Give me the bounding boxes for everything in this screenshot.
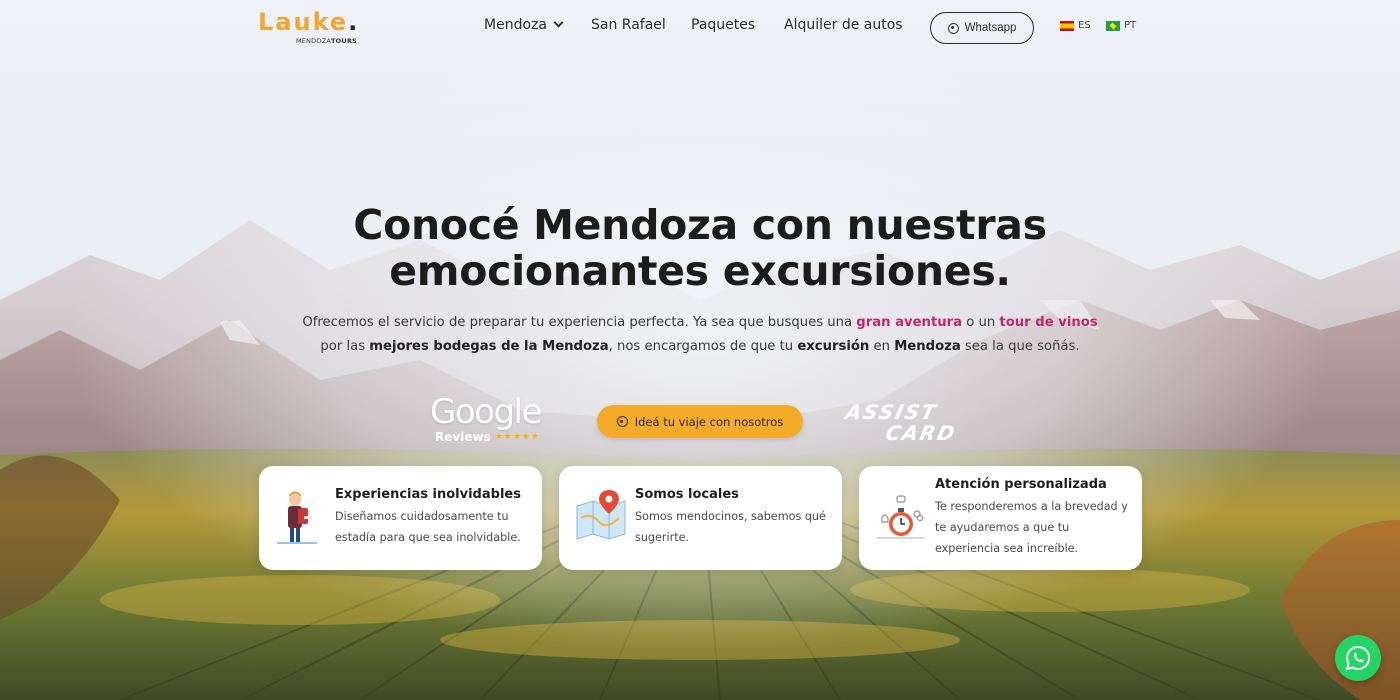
map-pin-icon bbox=[573, 488, 633, 548]
logo[interactable]: Lauke. MENDOZATOURS bbox=[258, 8, 362, 48]
card-title: Experiencias inolvidables bbox=[335, 487, 521, 502]
card-title: Somos locales bbox=[635, 487, 739, 502]
google-logo: Google bbox=[430, 392, 542, 432]
google-reviews-badge[interactable]: Google Reviews ★★★★★ bbox=[430, 394, 550, 446]
hero-title-line-2: emocionantes excursiones. bbox=[389, 247, 1011, 295]
nav-item-alquiler-de-autos[interactable]: Alquiler de autos bbox=[784, 17, 903, 33]
nav-item-label: Mendoza bbox=[484, 17, 547, 33]
card-title: Atención personalizada bbox=[935, 477, 1107, 492]
card-description: Somos mendocinos, sabemos qué sugerirte. bbox=[635, 510, 826, 544]
assist-card-line-2: CARD bbox=[883, 421, 959, 445]
spain-flag-icon bbox=[1060, 20, 1074, 31]
feature-card-experiencias: Experiencias inolvidables Diseñamos cuid… bbox=[259, 466, 542, 570]
language-es[interactable]: ES bbox=[1060, 20, 1091, 31]
nav-item-mendoza[interactable]: Mendoza bbox=[484, 17, 564, 33]
card-description: Diseñamos cuidadosamente tu estadía para… bbox=[335, 510, 521, 544]
bold-mejores-bodegas: mejores bodegas de la Mendoza bbox=[369, 339, 609, 354]
hero-title-line-1: Conocé Mendoza con nuestras bbox=[353, 201, 1047, 249]
traveler-icon bbox=[273, 488, 333, 548]
logo-subtitle: MENDOZATOURS bbox=[296, 37, 357, 45]
chevron-down-icon bbox=[553, 17, 564, 28]
plan-trip-label: Ideá tu viaje con nosotros bbox=[634, 414, 784, 429]
bold-mendoza: Mendoza bbox=[894, 339, 961, 354]
nav-item-san-rafael[interactable]: San Rafael bbox=[591, 17, 666, 33]
whatsapp-icon bbox=[616, 416, 628, 427]
assist-card-logo: ASSIST CARD bbox=[843, 400, 976, 446]
google-reviews-label: Reviews ★★★★★ bbox=[435, 430, 550, 444]
logo-wordmark: Lauke. bbox=[258, 8, 360, 36]
highlight-tour-de-vinos: tour de vinos bbox=[999, 315, 1098, 330]
card-description: Te responderemos a la brevedad y te ayud… bbox=[935, 500, 1128, 555]
whatsapp-float-button[interactable] bbox=[1335, 635, 1381, 681]
whatsapp-icon bbox=[1345, 645, 1371, 671]
rating-stars-icon: ★★★★★ bbox=[494, 432, 541, 442]
brazil-flag-icon bbox=[1106, 20, 1120, 31]
hero-description: Ofrecemos el servicio de preparar tu exp… bbox=[302, 315, 1098, 354]
language-pt[interactable]: PT bbox=[1106, 20, 1136, 31]
plan-trip-button[interactable]: Ideá tu viaje con nosotros bbox=[597, 405, 803, 438]
feature-card-atencion: Atención personalizada Te responderemos … bbox=[859, 466, 1142, 570]
highlight-gran-aventura: gran aventura bbox=[856, 315, 963, 330]
whatsapp-button[interactable]: Whatsapp bbox=[930, 12, 1034, 44]
language-code: ES bbox=[1078, 20, 1091, 31]
site-header: Lauke. MENDOZATOURS Mendoza San Rafael P… bbox=[0, 0, 1400, 56]
bold-excursion: excursión bbox=[797, 339, 870, 354]
whatsapp-button-label: Whatsapp bbox=[964, 22, 1017, 34]
nav-item-paquetes[interactable]: Paquetes bbox=[691, 17, 755, 33]
reviews-text: Reviews bbox=[435, 430, 491, 444]
stopwatch-icon bbox=[873, 488, 933, 548]
whatsapp-icon bbox=[947, 22, 959, 34]
hero-title: Conocé Mendoza con nuestras emocionantes… bbox=[0, 202, 1400, 294]
assist-card-line-1: ASSIST bbox=[843, 400, 940, 424]
language-code: PT bbox=[1124, 20, 1137, 31]
feature-card-somos-locales: Somos locales Somos mendocinos, sabemos … bbox=[559, 466, 842, 570]
